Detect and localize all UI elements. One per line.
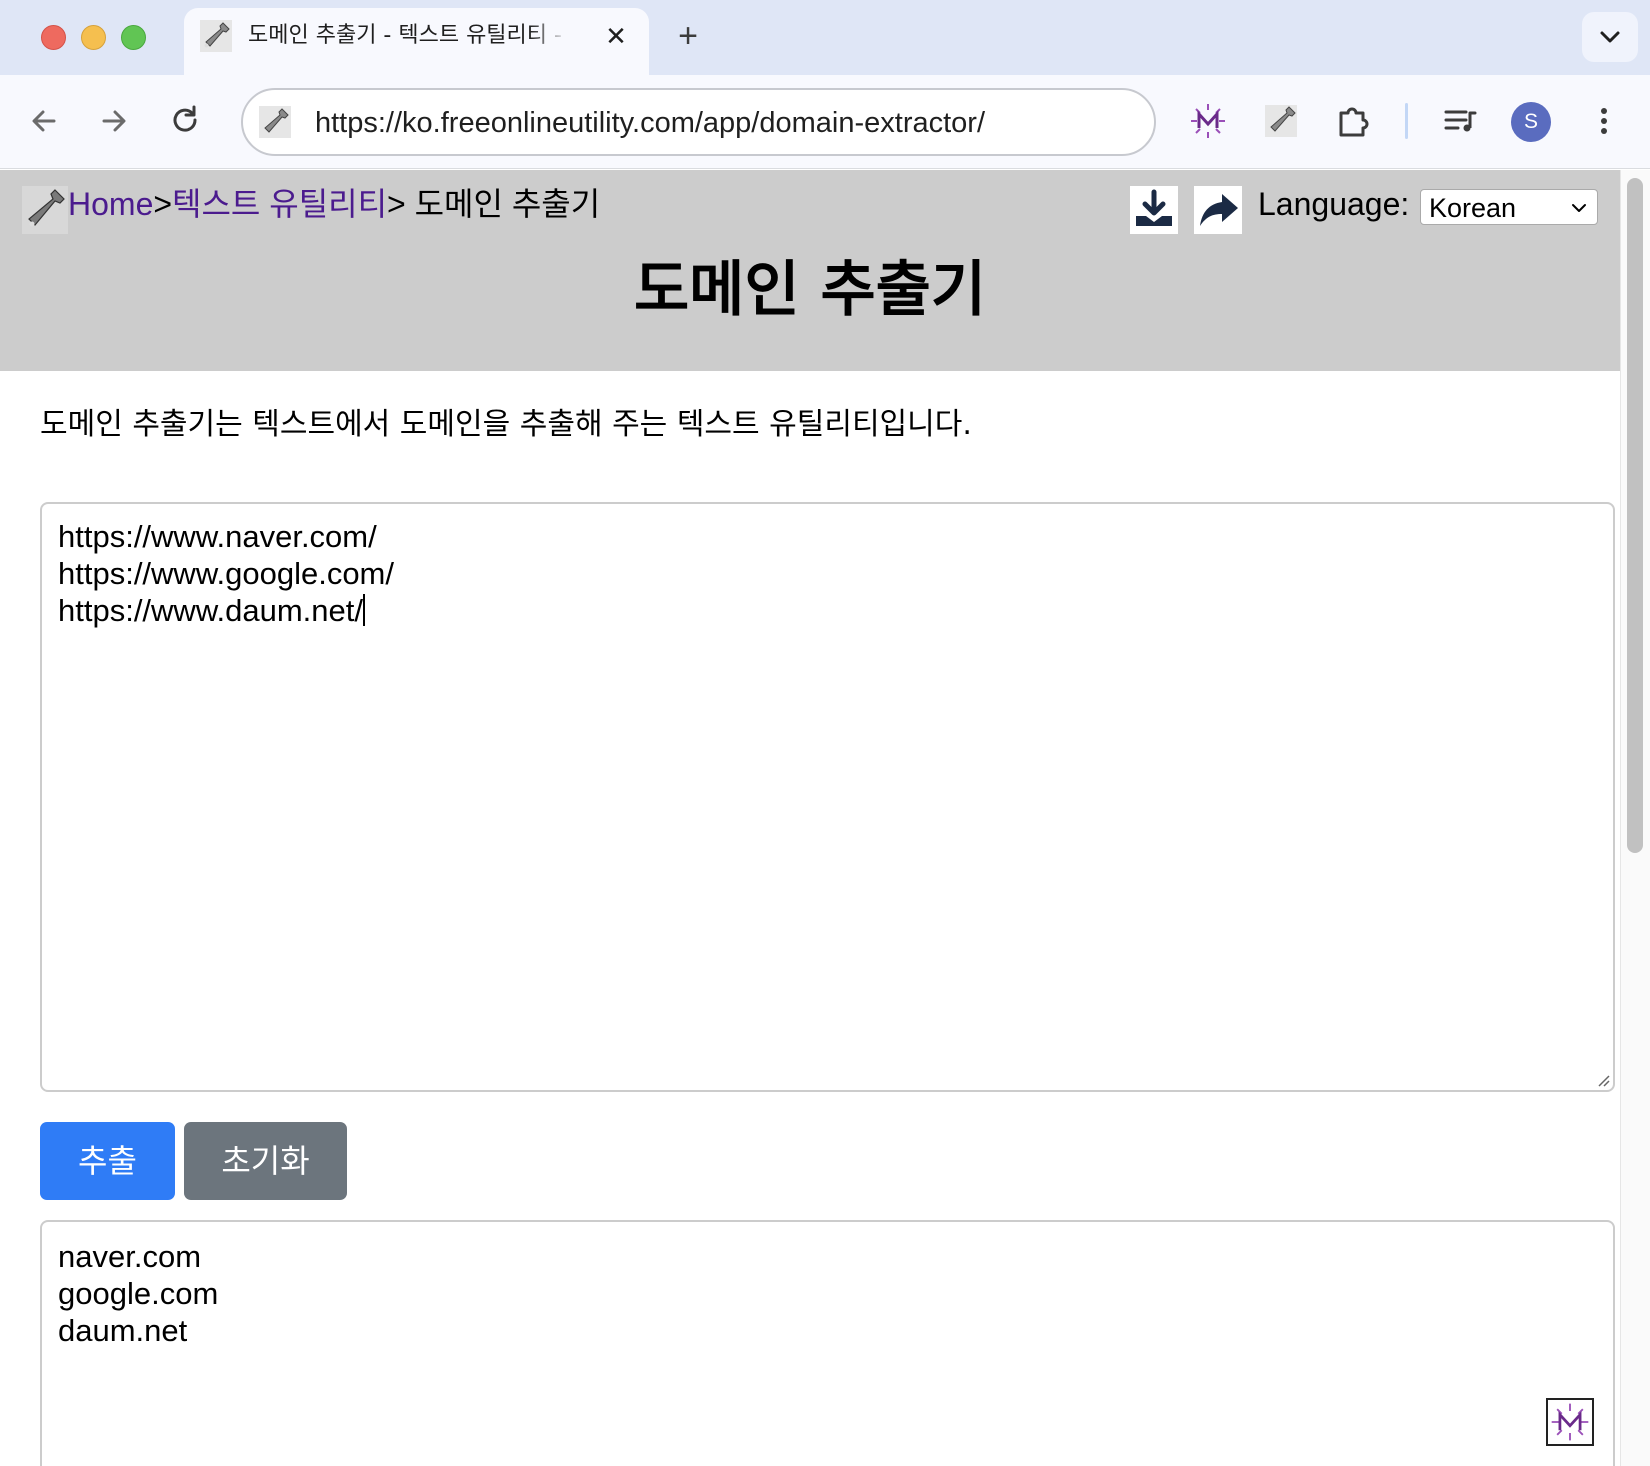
window-minimize-button[interactable] (81, 25, 106, 50)
extract-button[interactable]: 추출 (40, 1122, 175, 1200)
new-tab-button[interactable]: + (672, 18, 704, 54)
address-bar[interactable]: https://ko.freeonlineutility.com/app/dom… (241, 88, 1156, 156)
more-icon[interactable] (1584, 101, 1624, 141)
page-scrollbar-thumb[interactable] (1627, 178, 1643, 853)
language-select[interactable]: Korean (1420, 189, 1598, 225)
output-textarea[interactable]: naver.com google.com daum.net (40, 1220, 1615, 1466)
breadcrumb-home-link[interactable]: Home (68, 186, 153, 222)
puzzle-icon[interactable] (1333, 101, 1373, 141)
input-line: https://www.naver.com/ (58, 519, 377, 554)
forward-icon[interactable] (94, 101, 134, 141)
output-line: google.com (58, 1276, 219, 1311)
breadcrumb: Home>텍스트 유틸리티> 도메인 추출기 (68, 184, 600, 224)
site-favicon[interactable] (259, 106, 291, 138)
tab-title: 도메인 추출기 - 텍스트 유틸리티 - Free Online Utility (248, 23, 568, 48)
address-url[interactable]: https://ko.freeonlineutility.com/app/dom… (315, 106, 985, 140)
page-header: Home>텍스트 유틸리티> 도메인 추출기 Language: Korean … (0, 170, 1620, 371)
tab-strip: 도메인 추출기 - 텍스트 유틸리티 - Free Online Utility… (0, 0, 1650, 75)
output-line: naver.com (58, 1239, 202, 1274)
window-close-button[interactable] (41, 25, 66, 50)
site-favicon (200, 20, 232, 52)
toolbar-separator (1405, 103, 1408, 139)
page-title: 도메인 추출기 (633, 255, 987, 325)
reset-button[interactable]: 초기화 (184, 1122, 347, 1200)
breadcrumb-separator: > (153, 186, 173, 222)
page-viewport: Home>텍스트 유틸리티> 도메인 추출기 Language: Korean … (0, 170, 1620, 1466)
chevron-down-icon (1572, 204, 1586, 212)
output-line: daum.net (58, 1313, 188, 1348)
input-line-text: https://www.daum.net/ (58, 593, 363, 628)
back-icon[interactable] (24, 101, 64, 141)
input-line: https://www.google.com/ (58, 556, 394, 591)
download-icon[interactable] (1130, 186, 1178, 234)
chevron-down-icon (1600, 31, 1620, 43)
breadcrumb-separator: > (387, 186, 415, 222)
resize-grip-icon[interactable] (1595, 1072, 1611, 1088)
wrench-extension-icon[interactable] (1261, 101, 1301, 141)
language-select-value: Korean (1429, 193, 1517, 223)
input-line: https://www.daum.net/ (58, 592, 1597, 629)
active-tab[interactable]: 도메인 추출기 - 텍스트 유틸리티 - Free Online Utility… (184, 8, 649, 75)
profile-avatar[interactable]: S (1511, 102, 1551, 142)
text-caret (362, 594, 365, 626)
tab-search-button[interactable] (1582, 12, 1638, 62)
tool-description: 도메인 추출기는 텍스트에서 도메인을 추출해 주는 텍스트 유틸리티입니다. (40, 407, 972, 442)
browser-toolbar: https://ko.freeonlineutility.com/app/dom… (0, 75, 1650, 169)
extension-m-icon[interactable] (1188, 101, 1228, 141)
language-label: Language: (1258, 186, 1410, 222)
reload-icon[interactable] (165, 101, 205, 141)
tab-close-icon[interactable]: ✕ (602, 22, 630, 50)
window-zoom-button[interactable] (121, 25, 146, 50)
input-textarea[interactable]: https://www.naver.com/https://www.google… (40, 502, 1615, 1092)
share-icon[interactable] (1194, 186, 1242, 234)
breadcrumb-current: 도메인 추출기 (414, 186, 601, 222)
breadcrumb-category-link[interactable]: 텍스트 유틸리티 (172, 186, 387, 222)
media-queue-icon[interactable] (1440, 101, 1480, 141)
site-logo-icon[interactable] (22, 186, 68, 234)
extension-m-icon[interactable] (1546, 1398, 1594, 1446)
